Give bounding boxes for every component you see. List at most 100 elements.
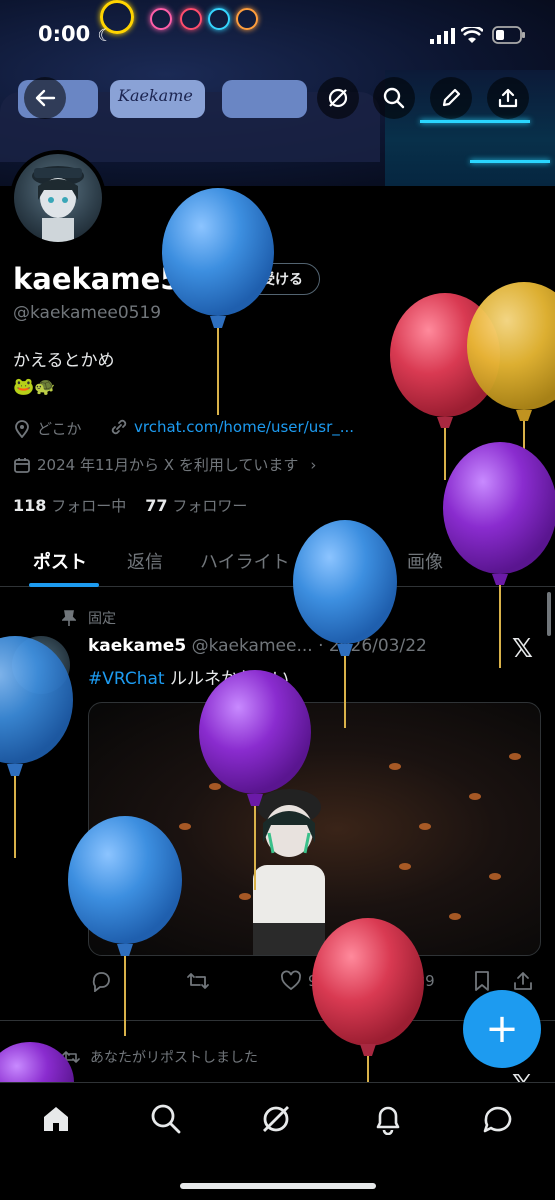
- signal-icon: [430, 28, 455, 44]
- tweet-author-name[interactable]: kaekame5: [88, 636, 186, 656]
- media-leaf: [389, 763, 401, 770]
- link-icon: [111, 419, 127, 435]
- search-icon: [383, 87, 405, 109]
- bio-emoji: 🐸🐢: [13, 377, 56, 397]
- bell-icon: [376, 1106, 400, 1135]
- reply-button[interactable]: [90, 970, 112, 992]
- message-icon: [483, 1106, 512, 1133]
- back-arrow-icon: [35, 89, 56, 107]
- nav-messages[interactable]: [478, 1099, 518, 1139]
- tweet-media[interactable]: [88, 702, 541, 956]
- followers-link[interactable]: 77 フォロワー: [145, 496, 247, 515]
- media-leaf: [419, 823, 431, 830]
- like-button[interactable]: 9: [280, 970, 318, 992]
- balloon-red: [390, 293, 500, 480]
- heart-icon: [281, 970, 301, 991]
- reply-icon: [92, 972, 110, 992]
- share-button[interactable]: [487, 77, 529, 119]
- banner-neon-line: [420, 120, 530, 123]
- banner-text: Kaekame: [118, 86, 193, 105]
- tweet-actions: 9 589: [88, 964, 548, 1000]
- banner-neon-line: [470, 160, 550, 163]
- tab-videos[interactable]: 動画: [333, 548, 369, 574]
- retweet-button[interactable]: [186, 970, 210, 992]
- joined-text: 2024 年11月から X を利用しています: [37, 456, 299, 474]
- media-leaf: [449, 913, 461, 920]
- location-pin-icon: [15, 419, 29, 438]
- grok-icon: [263, 1106, 289, 1132]
- balloon-blue: [162, 188, 274, 415]
- follow-stats: 118 フォロー中 77 フォロワー: [13, 495, 247, 516]
- media-leaf: [179, 823, 191, 830]
- views-chart-icon: [381, 972, 398, 991]
- nav-notifications[interactable]: [368, 1099, 408, 1139]
- back-button[interactable]: [24, 77, 66, 119]
- tweet-text: #VRChat ルルネかわいい: [88, 664, 289, 689]
- banner-pillow: [222, 80, 307, 118]
- tab-articles[interactable]: 記事: [480, 548, 516, 574]
- avatar-character: [32, 166, 84, 242]
- bookmark-icon: [475, 971, 489, 991]
- get-verified-label: 認証を受ける: [219, 272, 303, 288]
- share-icon: [498, 88, 518, 108]
- profile-bio: かえるとかめ 🐸🐢: [13, 348, 115, 400]
- edit-button[interactable]: [430, 77, 472, 119]
- upload-icon: [514, 972, 532, 990]
- pinned-label: 固定: [62, 608, 116, 628]
- location-text: どこか: [37, 420, 82, 438]
- media-leaf: [399, 863, 411, 870]
- view-count: 589: [406, 972, 435, 990]
- tweet-author-handle: @kaekamee...: [191, 636, 313, 656]
- following-link[interactable]: 118 フォロー中: [13, 496, 126, 515]
- views-button[interactable]: 589: [378, 970, 435, 992]
- profile-handle: @kaekamee0519: [13, 303, 162, 323]
- like-count: 9: [308, 972, 318, 990]
- tweet-date: · 2026/03/22: [318, 636, 427, 656]
- tweet-avatar[interactable]: [12, 636, 70, 694]
- profile-tabs: ポスト 返信 ハイライト 動画 画像 記事: [0, 535, 555, 587]
- profile-avatar[interactable]: [10, 150, 106, 246]
- upload-button[interactable]: [512, 970, 534, 992]
- grok-button[interactable]: [317, 77, 359, 119]
- tweet-header: kaekame5 @kaekamee... · 2026/03/22: [88, 636, 427, 656]
- x-logo-icon: 𝕏: [512, 634, 533, 664]
- media-leaf: [469, 793, 481, 800]
- profile-website[interactable]: vrchat.com/home/user/usr_...: [110, 418, 354, 436]
- tab-images[interactable]: 画像: [407, 548, 443, 574]
- verified-badge-icon: [195, 270, 213, 288]
- status-bar: 0:00 ☾: [0, 0, 555, 62]
- tweet-body: ルルネかわいい: [164, 669, 289, 689]
- media-leaf: [489, 873, 501, 880]
- pin-icon: [62, 610, 76, 626]
- website-link[interactable]: vrchat.com/home/user/usr_...: [134, 418, 354, 436]
- home-icon: [44, 1107, 68, 1131]
- nav-home[interactable]: [36, 1099, 76, 1139]
- media-leaf: [509, 753, 521, 760]
- search-button[interactable]: [373, 77, 415, 119]
- scrollbar[interactable]: [547, 592, 551, 636]
- tab-posts[interactable]: ポスト: [33, 548, 87, 574]
- chevron-right-icon: ›: [310, 455, 317, 474]
- compose-button[interactable]: +: [463, 990, 541, 1068]
- nav-search[interactable]: [146, 1099, 186, 1139]
- profile-joined[interactable]: 2024 年11月から X を利用しています ›: [13, 454, 316, 475]
- get-verified-button[interactable]: 認証を受ける: [182, 263, 320, 295]
- battery-icon: [492, 26, 525, 44]
- media-character: [253, 789, 325, 955]
- status-time: 0:00 ☾: [38, 22, 113, 46]
- bookmark-button[interactable]: [472, 970, 492, 992]
- profile-location: どこか: [13, 418, 82, 439]
- edit-pencil-icon: [442, 88, 461, 107]
- tweet-hashtag[interactable]: #VRChat: [88, 669, 165, 689]
- active-tab-indicator: [29, 583, 99, 587]
- calendar-icon: [14, 457, 30, 473]
- repost-label: あなたがリポストしました: [62, 1047, 258, 1067]
- home-indicator: [180, 1183, 376, 1189]
- media-leaf: [209, 783, 221, 790]
- balloon-yellow: [467, 282, 555, 500]
- tab-highlights[interactable]: ハイライト: [200, 548, 290, 574]
- tab-replies[interactable]: 返信: [127, 548, 163, 574]
- retweet-icon: [62, 1051, 80, 1063]
- search-icon: [151, 1104, 181, 1134]
- nav-grok[interactable]: [256, 1099, 296, 1139]
